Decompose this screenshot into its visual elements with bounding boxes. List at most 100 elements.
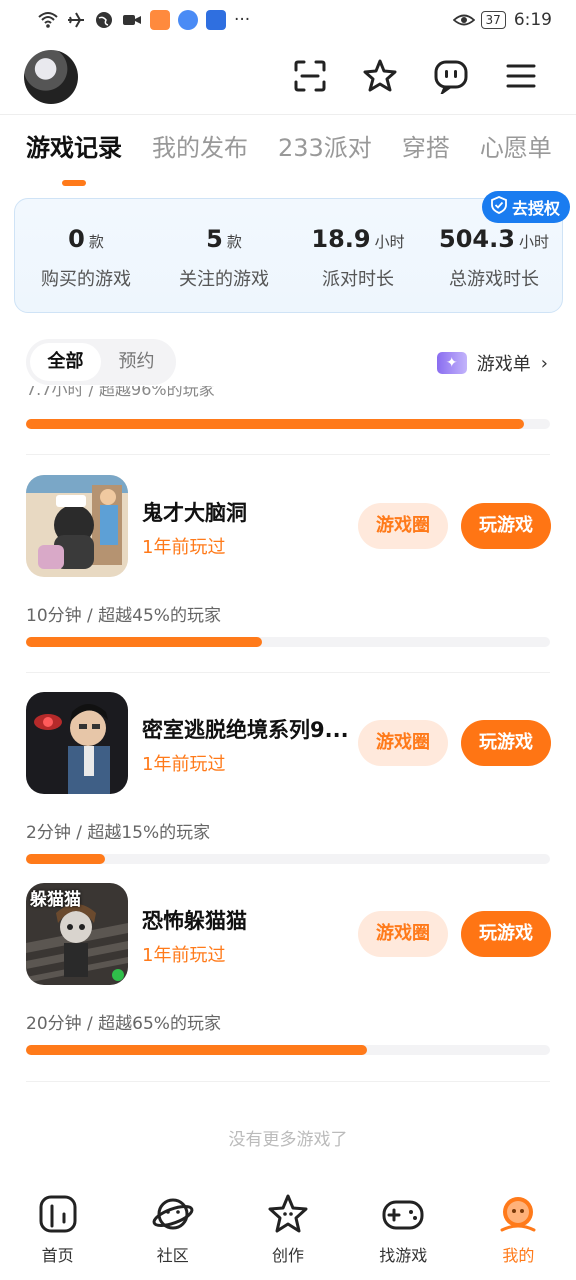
progress-bar (26, 854, 550, 864)
planet-icon (152, 1198, 194, 1230)
game-circle-button[interactable]: 游戏圈 (358, 720, 448, 766)
tab-bar: 游戏记录 我的发布 233派对 穿搭 心愿单 (26, 128, 552, 163)
nav-label: 我的 (502, 1246, 535, 1265)
stat-value: 18.9 (311, 225, 371, 253)
status-bar: ··· 37 6:19 (0, 0, 576, 40)
scan-icon[interactable] (292, 58, 328, 94)
stat-total-time: 504.3 小时 总游戏时长 (419, 225, 569, 291)
last-played: 1年前玩过 (142, 754, 226, 775)
game-circle-button[interactable]: 游戏圈 (358, 911, 448, 957)
play-game-button[interactable]: 玩游戏 (461, 720, 551, 766)
filter-segment: 全部 预约 (26, 339, 176, 385)
play-stats: 10分钟 / 超越45%的玩家 (26, 606, 221, 626)
wifi-icon (38, 11, 58, 29)
last-played: 1年前玩过 (142, 537, 226, 558)
gamepad-icon (382, 1200, 424, 1230)
game-thumbnail[interactable] (26, 475, 128, 577)
stat-party-time: 18.9 小时 派对时长 (293, 225, 423, 291)
progress-fill (26, 1045, 367, 1055)
last-played: 1年前玩过 (142, 945, 226, 966)
eye-icon (452, 11, 475, 29)
time: 6:19 (513, 10, 552, 30)
stat-unit: 小时 (518, 233, 549, 251)
stat-unit: 小时 (374, 233, 405, 251)
star-edit-icon[interactable] (362, 58, 398, 94)
tab-outfits[interactable]: 穿搭 (402, 128, 450, 163)
stat-unit: 款 (88, 233, 104, 251)
nav-mine[interactable]: 我的 (461, 1192, 576, 1280)
play-game-button[interactable]: 玩游戏 (461, 911, 551, 957)
stat-unit: 款 (226, 233, 242, 251)
shield-check-icon (490, 196, 508, 218)
tab-wishlist[interactable]: 心愿单 (480, 128, 552, 163)
video-icon (122, 11, 142, 29)
stat-value: 0 (68, 225, 85, 253)
game-circle-button[interactable]: 游戏圈 (358, 503, 448, 549)
stat-purchased: 0款 购买的游戏 (21, 225, 151, 291)
progress-fill (26, 854, 105, 864)
nav-create[interactable]: 创作 (230, 1192, 345, 1280)
stat-value: 504.3 (439, 225, 515, 253)
game-thumbnail[interactable] (26, 692, 128, 794)
header-divider (0, 114, 576, 115)
nav-label: 首页 (41, 1246, 74, 1265)
stat-label: 总游戏时长 (449, 269, 539, 290)
bottom-nav: 首页 社区 创作 找游戏 我的 (0, 1192, 576, 1280)
nav-label: 创作 (272, 1246, 305, 1265)
avatar[interactable] (24, 50, 78, 104)
progress-fill (26, 419, 524, 429)
authorize-button[interactable]: 去授权 (481, 191, 570, 223)
stat-label: 派对时长 (322, 269, 394, 290)
progress-bar (26, 1045, 550, 1055)
authorize-label: 去授权 (511, 199, 560, 218)
row-divider (26, 672, 550, 673)
row-divider (26, 454, 550, 455)
game-title[interactable]: 鬼才大脑洞 (142, 497, 247, 527)
more-notifications-icon: ··· (234, 10, 251, 30)
nav-label: 找游戏 (379, 1246, 428, 1265)
browser-notification-icon (178, 10, 198, 30)
globe-icon (94, 11, 114, 29)
game-title[interactable]: 恐怖躲猫猫 (142, 905, 247, 935)
app-notification-icon (206, 10, 226, 30)
nav-community[interactable]: 社区 (115, 1192, 230, 1280)
game-list-label: 游戏单 (476, 354, 531, 375)
profile-icon (500, 1197, 536, 1232)
chevron-right-icon: › (540, 352, 548, 374)
thumbnail-logo-text: 躲猫猫 (30, 890, 81, 910)
filter-all[interactable]: 全部 (30, 343, 101, 381)
progress-fill (26, 637, 262, 647)
airplane-icon (66, 11, 86, 29)
message-icon[interactable] (433, 58, 469, 97)
play-stats: 20分钟 / 超越65%的玩家 (26, 1014, 221, 1034)
play-stats: 2分钟 / 超越15%的玩家 (26, 823, 211, 843)
game-row: 躲猫猫 恐怖躲猫猫 1年前玩过 游戏圈 玩游戏 20分钟 / 超越65%的玩家 (0, 883, 576, 1083)
stat-value: 5 (206, 225, 223, 253)
tab-indicator (62, 180, 86, 186)
nav-home[interactable]: 首页 (0, 1192, 115, 1280)
battery-indicator: 37 (480, 11, 506, 29)
stat-label: 关注的游戏 (179, 269, 269, 290)
game-title[interactable]: 密室逃脱绝境系列9... (142, 714, 349, 744)
home-icon (39, 1195, 77, 1233)
tab-party[interactable]: 233派对 (278, 128, 372, 163)
progress-bar (26, 637, 550, 647)
profile-header (0, 46, 576, 110)
game-thumbnail[interactable]: 躲猫猫 (26, 883, 128, 985)
no-more-text: 没有更多游戏了 (228, 1130, 348, 1150)
play-game-button[interactable]: 玩游戏 (461, 503, 551, 549)
row-divider (26, 1081, 550, 1082)
stats-card: 去授权 0款 购买的游戏 5款 关注的游戏 18.9 小时 派对时长 504.3 小… (14, 191, 570, 313)
game-list-link[interactable]: ✦ 游戏单 › (436, 350, 548, 376)
stat-label: 购买的游戏 (41, 269, 131, 290)
app-notification-icon (150, 10, 170, 30)
game-row: 鬼才大脑洞 1年前玩过 游戏圈 玩游戏 10分钟 / 超越45%的玩家 (0, 475, 576, 675)
sparkle-icon: ✦ (436, 352, 467, 374)
menu-icon[interactable] (503, 58, 539, 94)
stat-followed: 5款 关注的游戏 (159, 225, 289, 291)
tab-game-records[interactable]: 游戏记录 (26, 128, 122, 163)
filter-reserved[interactable]: 预约 (101, 343, 172, 381)
nav-find-games[interactable]: 找游戏 (346, 1192, 461, 1280)
star-create-icon (268, 1194, 308, 1233)
tab-my-posts[interactable]: 我的发布 (152, 128, 248, 163)
